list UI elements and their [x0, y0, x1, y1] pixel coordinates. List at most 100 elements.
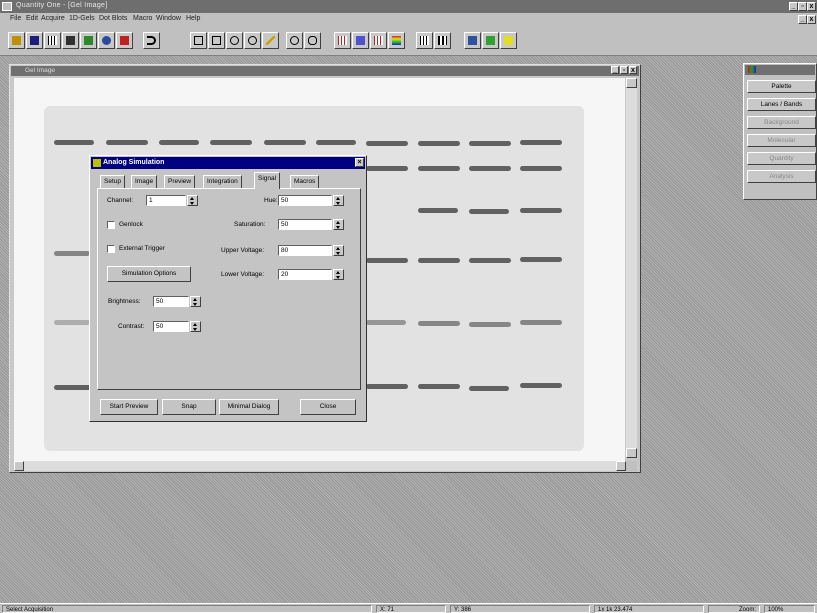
close-dialog-button[interactable]: Close	[300, 399, 356, 415]
menu-file[interactable]: File	[10, 15, 21, 22]
rectangle-icon[interactable]	[208, 32, 225, 49]
zoom-icon[interactable]	[286, 32, 303, 49]
gel-band	[418, 166, 460, 171]
crop-icon[interactable]	[190, 32, 207, 49]
tab-preview[interactable]: Preview	[164, 175, 196, 188]
bands-icon[interactable]	[352, 32, 369, 49]
genlock-checkbox[interactable]	[107, 221, 115, 229]
hue-spinner[interactable]	[333, 195, 344, 206]
channel-field[interactable]: 1	[146, 195, 186, 206]
grid-icon[interactable]	[44, 32, 61, 49]
brightness-spinner[interactable]	[190, 296, 201, 307]
camera-icon[interactable]	[62, 32, 79, 49]
gel-band	[418, 208, 458, 213]
tab-image[interactable]: Image	[131, 175, 158, 188]
contrast-field[interactable]: 50	[153, 321, 189, 332]
gel-band	[366, 320, 406, 325]
tab-signal[interactable]: Signal	[254, 172, 281, 189]
child-minimize-button[interactable]: _	[798, 15, 807, 24]
palette-button-analysis[interactable]: Analysis	[747, 170, 816, 183]
image-minimize-button[interactable]: _	[611, 66, 619, 74]
undo-icon[interactable]	[143, 32, 160, 49]
brightness-field[interactable]: 50	[153, 296, 189, 307]
lower-voltage-spinner[interactable]	[333, 269, 344, 280]
menu-help[interactable]: Help	[186, 15, 200, 22]
saturation-field[interactable]: 50	[278, 219, 332, 230]
status-zoom-value: 100%	[764, 605, 815, 613]
palette-button-lanes-bands[interactable]: Lanes / Bands	[747, 98, 816, 111]
vertical-scrollbar[interactable]	[626, 78, 637, 458]
palette-button-molecular[interactable]: Molecular	[747, 134, 816, 147]
external-trigger-checkbox[interactable]	[107, 245, 115, 253]
menu-macro[interactable]: Macro	[133, 15, 152, 22]
close-button[interactable]: x	[807, 2, 816, 11]
tab-macros[interactable]: Macros	[290, 175, 320, 188]
upper-voltage-spinner[interactable]	[333, 245, 344, 256]
checkmark-icon[interactable]	[80, 32, 97, 49]
snap-button[interactable]: Snap	[162, 399, 216, 415]
send-icon[interactable]	[482, 32, 499, 49]
open-icon[interactable]	[8, 32, 25, 49]
gel-band	[520, 383, 562, 388]
colorbar-icon[interactable]	[388, 32, 405, 49]
save-icon[interactable]	[26, 32, 43, 49]
tab-integration[interactable]: Integration	[203, 175, 242, 188]
menu-acquire[interactable]: Acquire	[41, 15, 65, 22]
dialog-close-button[interactable]: ×	[355, 158, 364, 167]
dialog-title: Analog Simulation	[103, 159, 165, 166]
hand-icon[interactable]	[304, 32, 321, 49]
pencil-icon[interactable]	[262, 32, 279, 49]
resize-grip[interactable]	[626, 461, 637, 471]
hue-field[interactable]: 50	[278, 195, 332, 206]
upper-voltage-label: Upper Voltage:	[221, 247, 265, 254]
scroll-right-button[interactable]	[616, 461, 626, 471]
book-icon[interactable]	[116, 32, 133, 49]
color-picker-icon[interactable]	[98, 32, 115, 49]
lower-voltage-field[interactable]: 20	[278, 269, 332, 280]
child-close-button[interactable]: x	[807, 15, 816, 24]
gel-band	[418, 384, 460, 389]
gel-band	[54, 140, 94, 145]
palette-button-background[interactable]: Background	[747, 116, 816, 129]
contrast-spinner[interactable]	[190, 321, 201, 332]
gel-band	[366, 141, 408, 146]
report-icon[interactable]	[434, 32, 451, 49]
export-icon[interactable]	[464, 32, 481, 49]
scroll-down-button[interactable]	[626, 448, 637, 458]
scroll-left-button[interactable]	[14, 461, 24, 471]
gel-band	[316, 140, 356, 145]
menu-dot-blots[interactable]: Dot Blots	[99, 15, 127, 22]
simulation-options-button[interactable]: Simulation Options	[107, 266, 191, 282]
ellipse-icon[interactable]	[226, 32, 243, 49]
signal-tab-panel: Channel: 1 Genlock External Trigger Simu…	[97, 188, 361, 390]
palette-button-quantity[interactable]: Quantity	[747, 152, 816, 165]
circle-icon[interactable]	[244, 32, 261, 49]
image-close-button[interactable]: x	[629, 66, 637, 74]
gel-band	[520, 320, 562, 325]
minimize-button[interactable]: _	[789, 2, 798, 11]
menu-edit[interactable]: Edit	[26, 15, 38, 22]
maximize-button[interactable]: ▫	[798, 2, 807, 11]
tab-setup[interactable]: Setup	[100, 175, 125, 188]
upper-voltage-field[interactable]: 80	[278, 245, 332, 256]
measure-icon[interactable]	[370, 32, 387, 49]
channel-spinner[interactable]	[187, 195, 198, 206]
scroll-up-button[interactable]	[626, 78, 637, 88]
gel-band	[469, 141, 511, 146]
minimal-dialog-button[interactable]: Minimal Dialog	[219, 399, 279, 415]
image-maximize-button[interactable]: ▫	[620, 66, 628, 74]
note-icon[interactable]	[500, 32, 517, 49]
lanes-icon[interactable]	[334, 32, 351, 49]
menu-1d-gels[interactable]: 1D-Gels	[69, 15, 95, 22]
saturation-spinner[interactable]	[333, 219, 344, 230]
gel-band	[210, 140, 252, 145]
start-preview-button[interactable]: Start Preview	[100, 399, 158, 415]
app-title: Quantity One - [Gel Image]	[16, 2, 108, 9]
gel-band	[366, 258, 408, 263]
palette-icon	[748, 66, 756, 73]
horizontal-scrollbar[interactable]	[14, 461, 626, 471]
menu-window[interactable]: Window	[156, 15, 181, 22]
stats-icon[interactable]	[416, 32, 433, 49]
gel-band	[106, 140, 148, 145]
palette-button-palette[interactable]: Palette	[747, 80, 816, 93]
